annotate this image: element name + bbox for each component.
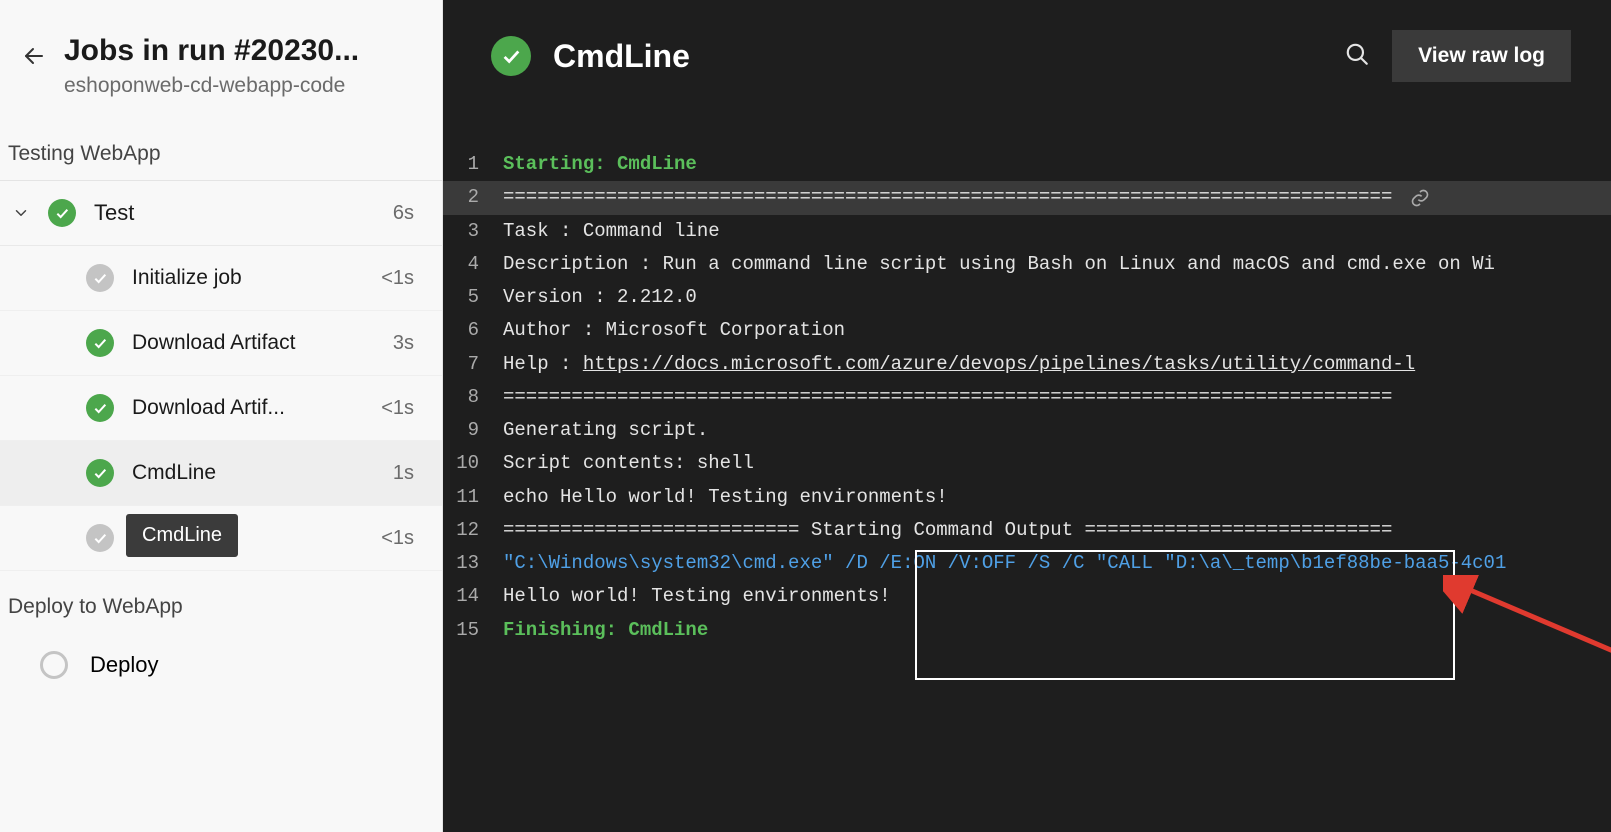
line-number: 12: [443, 514, 503, 547]
step-duration: <1s: [381, 267, 414, 290]
job-row-deploy[interactable]: Deploy: [0, 633, 442, 697]
job-duration: 6s: [393, 202, 414, 225]
step-name: Download Artif...: [132, 396, 363, 420]
stage-testing-header[interactable]: Testing WebApp: [0, 120, 442, 181]
step-duration: 3s: [393, 332, 414, 355]
log-line[interactable]: 10Script contents: shell: [443, 447, 1611, 480]
job-row-test[interactable]: Test 6s: [0, 181, 442, 246]
log-text: Hello world! Testing environments!: [503, 580, 891, 613]
log-text: Author : Microsoft Corporation: [503, 314, 845, 347]
success-icon: [86, 329, 114, 357]
log-text: Generating script.: [503, 414, 708, 447]
log-link[interactable]: https://docs.microsoft.com/azure/devops/…: [583, 353, 1415, 375]
back-button[interactable]: [22, 44, 46, 73]
success-icon: [86, 459, 114, 487]
line-number: 1: [443, 148, 503, 181]
link-icon[interactable]: [1410, 188, 1430, 208]
sidebar-header: Jobs in run #20230... eshoponweb-cd-weba…: [0, 0, 442, 120]
arrow-left-icon: [22, 44, 46, 68]
log-text: Version : 2.212.0: [503, 281, 697, 314]
log-title: CmdLine: [553, 38, 1322, 75]
line-number: 5: [443, 281, 503, 314]
step-name: Initialize job: [132, 266, 363, 290]
deploy-job-name: Deploy: [90, 652, 158, 678]
pending-icon: [40, 651, 68, 679]
success-icon: [48, 199, 76, 227]
log-line[interactable]: 12========================== Starting Co…: [443, 514, 1611, 547]
log-line[interactable]: 13"C:\Windows\system32\cmd.exe" /D /E:ON…: [443, 547, 1611, 580]
log-text: ========================== Starting Comm…: [503, 514, 1392, 547]
line-number: 6: [443, 314, 503, 347]
stage-deploy-header[interactable]: Deploy to WebApp: [0, 571, 442, 633]
step-duration: 1s: [393, 462, 414, 485]
pending-icon: [86, 264, 114, 292]
line-number: 8: [443, 381, 503, 414]
step-row[interactable]: CmdLine 1s: [0, 441, 442, 506]
line-number: 3: [443, 215, 503, 248]
log-line[interactable]: 11echo Hello world! Testing environments…: [443, 481, 1611, 514]
step-row[interactable]: Download Artif... <1s: [0, 376, 442, 441]
log-line[interactable]: 9Generating script.: [443, 414, 1611, 447]
job-name: Test: [94, 200, 375, 226]
log-text: Starting: CmdLine: [503, 148, 697, 181]
line-number: 10: [443, 447, 503, 480]
line-number: 4: [443, 248, 503, 281]
log-line[interactable]: 14Hello world! Testing environments!: [443, 580, 1611, 613]
line-number: 15: [443, 614, 503, 647]
step-duration: <1s: [381, 527, 414, 550]
page-title: Jobs in run #20230...: [64, 34, 414, 68]
sidebar-titles: Jobs in run #20230... eshoponweb-cd-weba…: [64, 34, 414, 98]
log-header: CmdLine View raw log: [443, 0, 1611, 108]
line-number: 7: [443, 348, 503, 381]
log-line[interactable]: 1Starting: CmdLine: [443, 148, 1611, 181]
log-text: Task : Command line: [503, 215, 720, 248]
log-line[interactable]: 8=======================================…: [443, 381, 1611, 414]
step-name: Post-job: [132, 526, 363, 550]
chevron-down-icon: [12, 204, 30, 222]
log-text: Finishing: CmdLine: [503, 614, 708, 647]
steps-list: Initialize job<1sDownload Artifact3sDown…: [0, 246, 442, 571]
log-line[interactable]: 3Task : Command line: [443, 215, 1611, 248]
log-text: ========================================…: [503, 381, 1392, 414]
app-root: Jobs in run #20230... eshoponweb-cd-weba…: [0, 0, 1611, 832]
log-line[interactable]: 15Finishing: CmdLine: [443, 614, 1611, 647]
line-number: 9: [443, 414, 503, 447]
step-duration: <1s: [381, 397, 414, 420]
log-body[interactable]: 1Starting: CmdLine2=====================…: [443, 108, 1611, 832]
log-text: Description : Run a command line script …: [503, 248, 1495, 281]
step-row[interactable]: Initialize job <1s: [0, 246, 442, 311]
step-row[interactable]: Download Artifact 3s: [0, 311, 442, 376]
log-line[interactable]: 4Description : Run a command line script…: [443, 248, 1611, 281]
success-icon: [86, 394, 114, 422]
search-icon: [1344, 41, 1370, 67]
line-number: 2: [443, 181, 503, 214]
success-icon: [491, 36, 531, 76]
log-text: "C:\Windows\system32\cmd.exe" /D /E:ON /…: [503, 547, 1506, 580]
view-raw-log-button[interactable]: View raw log: [1392, 30, 1571, 82]
sidebar: Jobs in run #20230... eshoponweb-cd-weba…: [0, 0, 443, 832]
step-row[interactable]: Post-job<1sCmdLine: [0, 506, 442, 571]
log-text: Script contents: shell: [503, 447, 754, 480]
page-subtitle: eshoponweb-cd-webapp-code: [64, 74, 414, 98]
log-line[interactable]: 2=======================================…: [443, 181, 1611, 214]
line-number: 13: [443, 547, 503, 580]
log-text: Help : https://docs.microsoft.com/azure/…: [503, 348, 1415, 381]
log-line[interactable]: 5Version : 2.212.0: [443, 281, 1611, 314]
pending-icon: [86, 524, 114, 552]
log-text: ========================================…: [503, 181, 1392, 214]
log-line[interactable]: 7Help : https://docs.microsoft.com/azure…: [443, 348, 1611, 381]
log-line[interactable]: 6Author : Microsoft Corporation: [443, 314, 1611, 347]
search-button[interactable]: [1344, 41, 1370, 72]
log-text: echo Hello world! Testing environments!: [503, 481, 948, 514]
step-name: CmdLine: [132, 461, 375, 485]
log-panel: CmdLine View raw log 1Starting: CmdLine2…: [443, 0, 1611, 832]
line-number: 14: [443, 580, 503, 613]
line-number: 11: [443, 481, 503, 514]
step-name: Download Artifact: [132, 331, 375, 355]
